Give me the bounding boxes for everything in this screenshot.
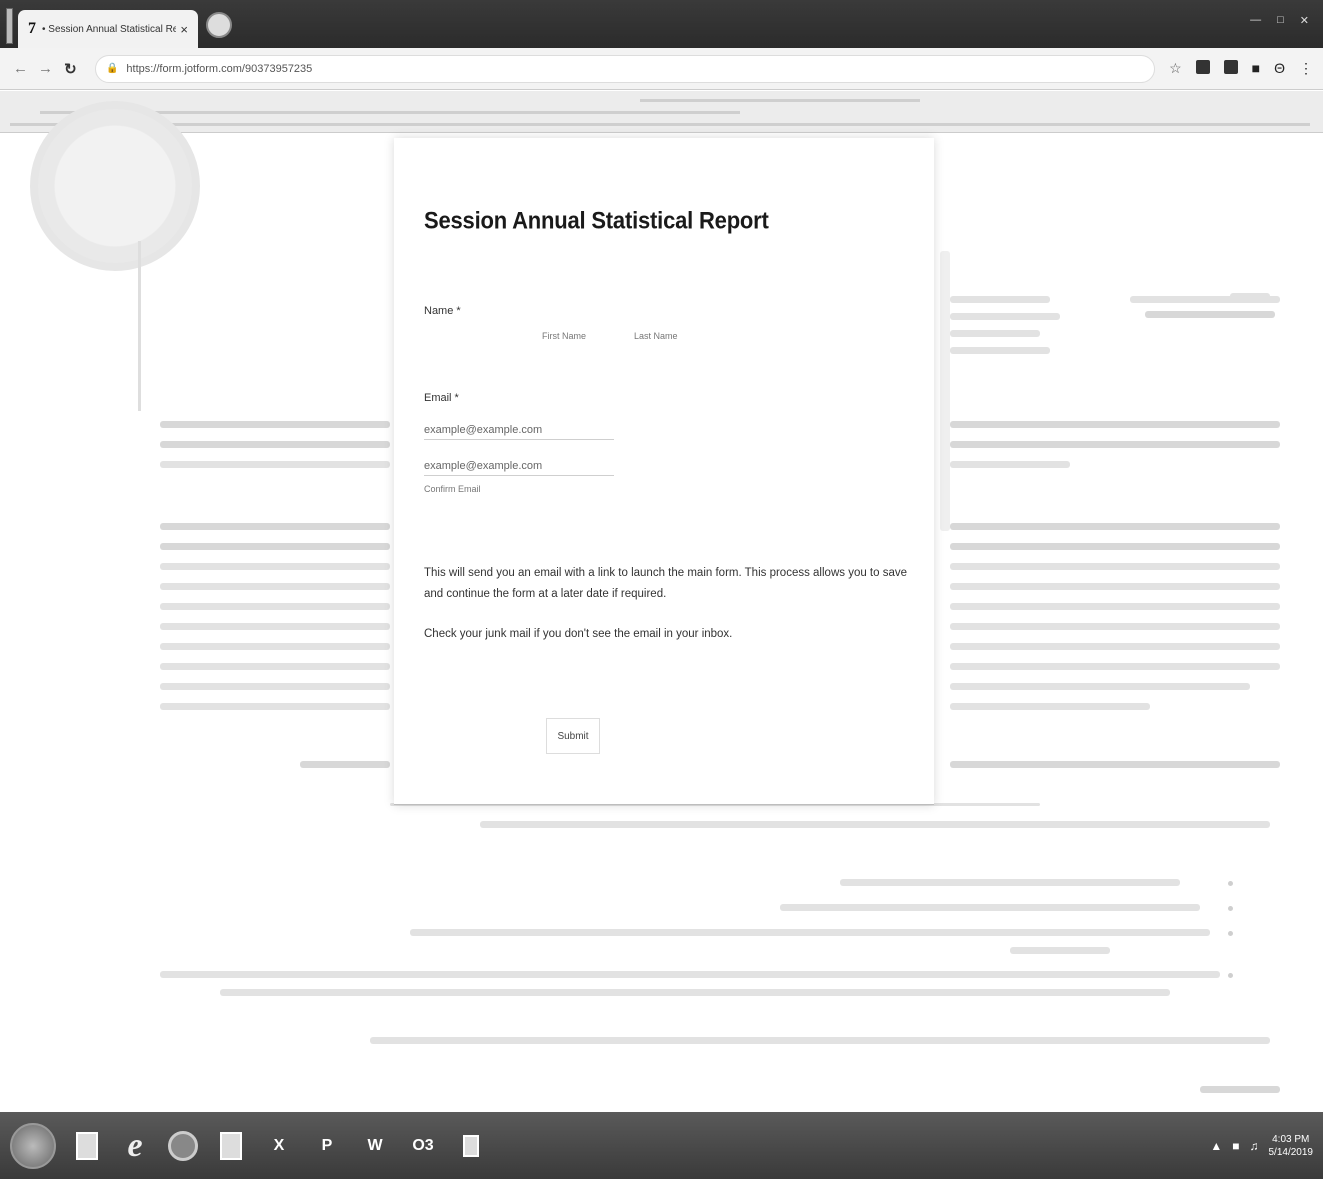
email-label: Email * [424, 392, 459, 404]
toolbar-icons: ☆ ■ Θ ⋮ [1169, 60, 1313, 77]
back-icon[interactable]: ← [10, 60, 31, 77]
tray-arrow-icon[interactable]: ▲ [1210, 1139, 1222, 1153]
background-header-band [0, 91, 1323, 133]
maximize-icon[interactable]: □ [1277, 14, 1284, 27]
star-icon[interactable]: ☆ [1169, 60, 1182, 77]
menu-icon[interactable]: ⋮ [1299, 60, 1313, 77]
junk-mail-text: Check your junk mail if you don't see th… [424, 628, 733, 640]
extension-icon[interactable] [1223, 60, 1238, 74]
browser-title-bar: 7 • Session Annual Statistical Rep × — □… [0, 0, 1323, 48]
app-box-icon[interactable] [214, 1126, 248, 1166]
clock-time: 4:03 PM [1272, 1133, 1310, 1145]
form-title: Session Annual Statistical Report [424, 206, 769, 234]
extension-icon[interactable]: ■ [1252, 60, 1260, 77]
start-orb-icon[interactable] [10, 1122, 56, 1169]
email-label-text: Email [424, 392, 452, 404]
tab-close-icon[interactable]: × [180, 22, 188, 37]
last-name-sublabel: Last Name [634, 331, 678, 341]
system-tray: ▲ ■ ♫ 4:03 PM 5/14/2019 [1210, 1133, 1313, 1159]
clock[interactable]: 4:03 PM 5/14/2019 [1269, 1133, 1314, 1159]
name-label-text: Name [424, 305, 454, 317]
forward-icon[interactable]: → [35, 60, 56, 77]
seal-logo [30, 101, 200, 271]
first-name-sublabel: First Name [542, 331, 587, 341]
powerpoint-icon[interactable]: P [310, 1126, 344, 1166]
clock-date: 5/14/2019 [1268, 1146, 1314, 1158]
word-icon[interactable]: W [358, 1126, 392, 1166]
new-tab-button[interactable] [206, 12, 232, 38]
volume-icon[interactable]: ♫ [1250, 1139, 1259, 1153]
file-explorer-icon[interactable] [70, 1126, 104, 1166]
required-mark: * [454, 392, 459, 404]
info-text: This will send you an email with a link … [424, 567, 908, 600]
extension-icon[interactable] [1195, 60, 1210, 74]
chrome-icon[interactable] [166, 1126, 200, 1166]
submit-button[interactable]: Submit [546, 718, 600, 754]
url-text: https://form.jotform.com/90373957235 [126, 62, 313, 75]
window-edge [6, 8, 13, 44]
name-label: Name * [424, 305, 461, 317]
close-window-icon[interactable]: ✕ [1300, 14, 1309, 27]
form-modal: Session Annual Statistical Report Name * … [394, 138, 934, 805]
minimize-icon[interactable]: — [1250, 14, 1261, 27]
divider [138, 241, 141, 411]
confirm-email-input[interactable] [424, 456, 614, 476]
reload-icon[interactable]: ↻ [60, 60, 81, 78]
browser-toolbar: ← → ↻ 🔒 https://form.jotform.com/9037395… [0, 48, 1323, 90]
profile-icon[interactable]: Θ [1274, 60, 1285, 77]
app-extra-icon[interactable] [454, 1126, 488, 1166]
browser-tab[interactable]: 7 • Session Annual Statistical Rep × [18, 10, 198, 48]
internet-explorer-icon[interactable]: e [118, 1126, 152, 1166]
required-mark: * [456, 305, 461, 317]
tab-title: • Session Annual Statistical Rep [42, 23, 177, 35]
taskbar: e X P W O3 ▲ ■ ♫ 4:03 PM 5/14/2019 [0, 1112, 1323, 1179]
address-bar[interactable]: 🔒 https://form.jotform.com/90373957235 [94, 54, 1156, 83]
outlook-icon[interactable]: O3 [406, 1126, 440, 1166]
excel-icon[interactable]: X [262, 1126, 296, 1166]
email-input[interactable] [424, 420, 614, 440]
window-controls: — □ ✕ [1250, 14, 1309, 27]
network-icon[interactable]: ■ [1232, 1139, 1239, 1153]
favicon-icon: 7 [28, 20, 36, 37]
confirm-email-sublabel: Confirm Email [424, 484, 481, 494]
lock-icon: 🔒 [105, 63, 119, 74]
